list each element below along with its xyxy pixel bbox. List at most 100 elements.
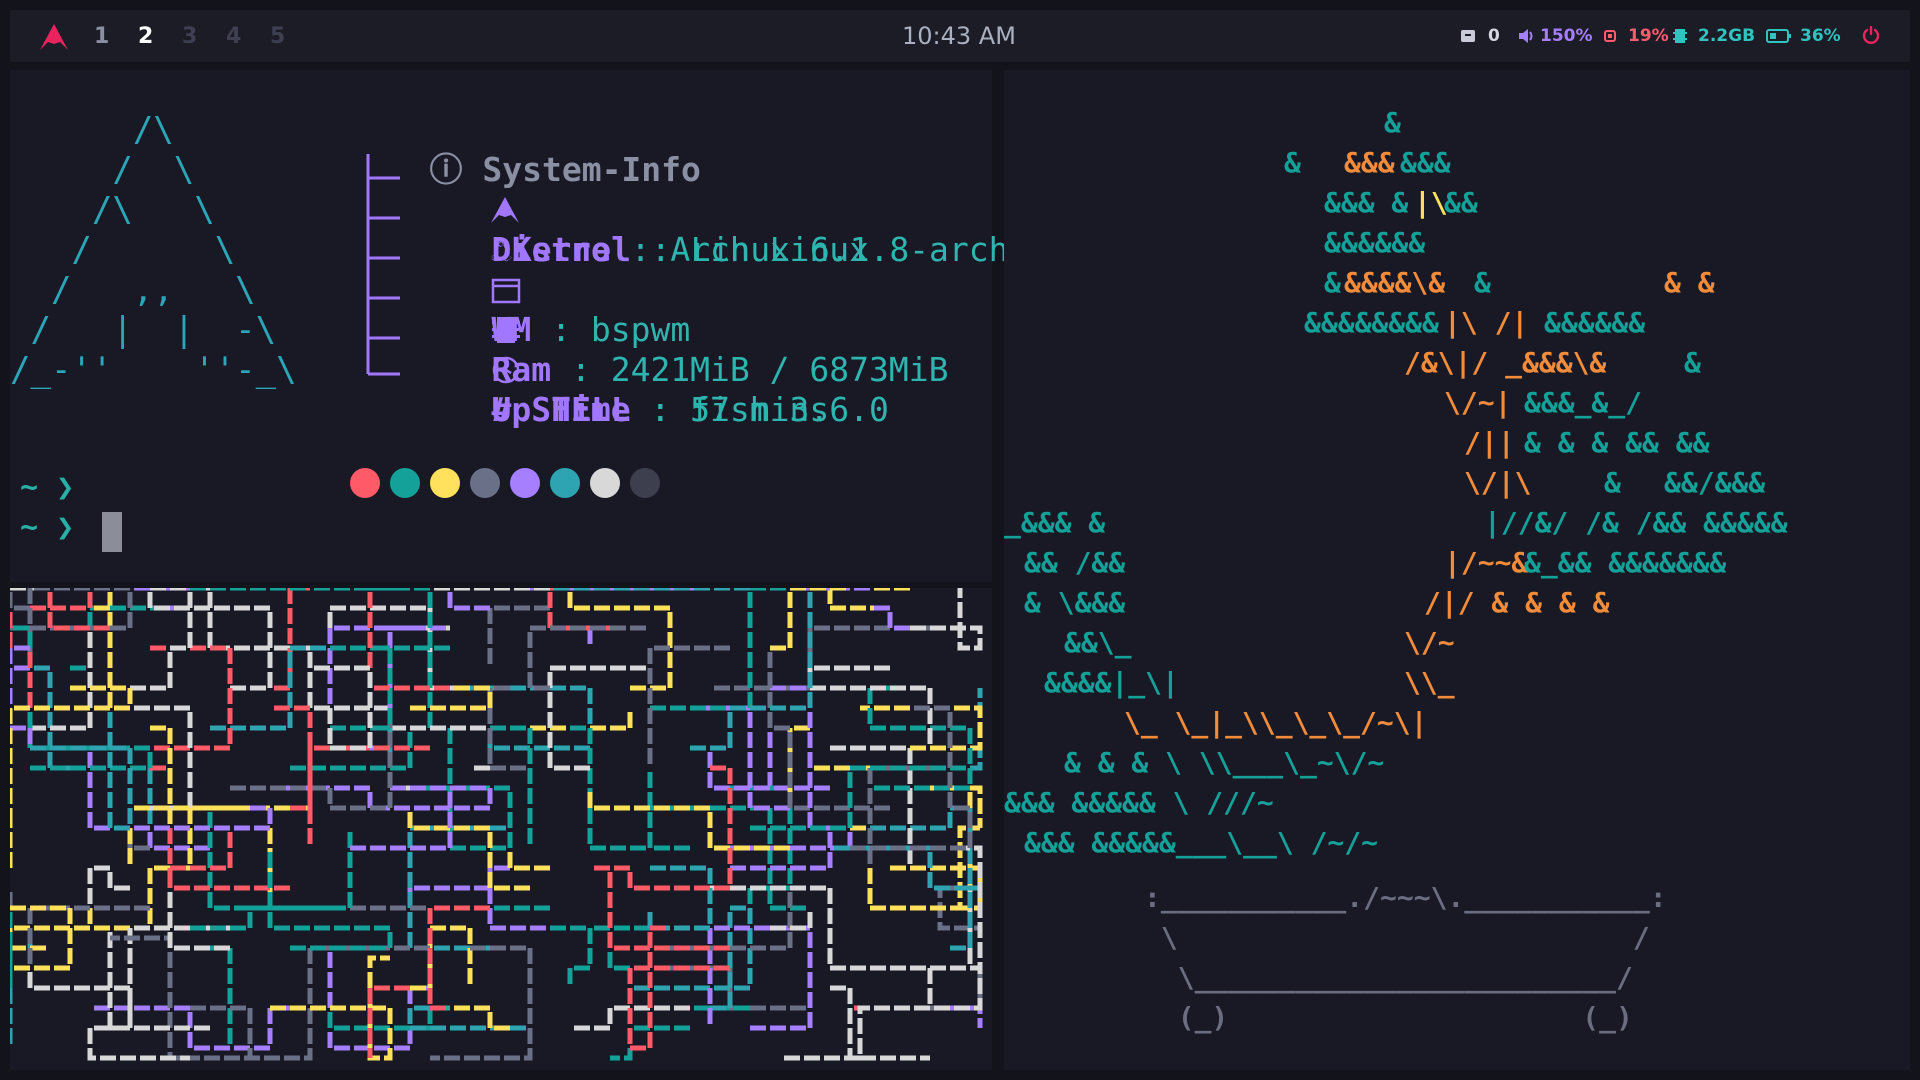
pipe-segment: [910, 588, 983, 651]
pipe-segment: [830, 985, 930, 1061]
pipe-segment: [507, 848, 550, 871]
palette-dot: [510, 468, 540, 498]
volume-value: 150%: [1540, 26, 1593, 46]
pipe-segment: [430, 945, 533, 1061]
cpu-icon: [1604, 30, 1616, 42]
fetch-row-shell: # SHELL : fish 3.6.0: [412, 350, 889, 470]
workspace-1[interactable]: 1: [94, 24, 109, 49]
arch-menu-icon[interactable]: [40, 24, 68, 54]
palette-dot: [350, 468, 380, 498]
tree-connector: [366, 154, 400, 376]
cpu-indicator[interactable]: 19%: [1602, 26, 1669, 46]
pipe-segment: [867, 765, 930, 868]
memory-value: 2.2GB: [1698, 26, 1756, 46]
pipe-segment: [130, 645, 233, 751]
pipe-segment: [890, 825, 983, 911]
bonsai-glyph: &: [1284, 146, 1301, 179]
pipe-segment: [487, 865, 590, 931]
bonsai-glyph: &&/&&&: [1664, 466, 1765, 499]
terminal-window-pipes[interactable]: [10, 588, 992, 1070]
bonsai-glyph: &&&&&&&&: [1304, 306, 1439, 339]
pipe-segment: [827, 588, 910, 611]
power-icon: [1862, 26, 1880, 44]
bonsai-glyph: &&&&&&: [1324, 226, 1425, 259]
fetch-value: fish 3.6.0: [690, 390, 889, 429]
workspace-4[interactable]: 4: [226, 24, 241, 49]
pipe-segment: [130, 588, 193, 691]
bonsai-glyph: \/|\: [1464, 466, 1531, 499]
pipe-segment: [567, 588, 673, 691]
pipe-segment: [70, 605, 170, 671]
pipe-segment: [30, 588, 113, 611]
speaker-icon: [1519, 29, 1533, 43]
pipe-segment: [950, 885, 980, 951]
terminal-window-bonsai[interactable]: & & &&& &&& &&& & |\ && &&&&&& & &&&&\& & & & &&&&&&…: [1004, 70, 1910, 1070]
pipe-segment: [950, 1005, 983, 1028]
battery-icon: [1766, 29, 1791, 43]
bonsai-glyph: &&&&\&: [1344, 266, 1445, 299]
pipe-segment: [410, 925, 473, 991]
workspace-5[interactable]: 5: [270, 24, 285, 49]
pipe-segment: [350, 788, 453, 851]
pipe-segment: [510, 708, 633, 731]
pipes-animation: [10, 588, 983, 1061]
pot-top: :___________./~~~\.___________:: [1144, 881, 1667, 914]
fetch-key: SHELL: [531, 390, 631, 429]
bonsai-glyph: && /&&: [1024, 546, 1125, 579]
pipe-segment: [30, 588, 93, 611]
pipe-segment: [387, 725, 493, 791]
bonsai-glyph: _&&& &: [1004, 506, 1105, 539]
pipe-segment: [267, 848, 393, 951]
bonsai-glyph: & & & && &&: [1524, 426, 1710, 459]
bonsai-glyph: &: [1684, 346, 1701, 379]
palette-dot: [550, 468, 580, 498]
pipe-segment: [367, 588, 450, 691]
pipe-segment: [407, 885, 510, 908]
pot-base: \_________________________/: [1144, 961, 1633, 994]
terminal-window-fetch[interactable]: /\ / \ /\ \ / \ / ,, \ / | | -\ /_-'' ''…: [10, 70, 1028, 582]
bonsai-glyph: &&& &: [1324, 186, 1408, 219]
pipe-segment: [150, 725, 173, 828]
pipe-segment: [387, 685, 493, 711]
memory-indicator[interactable]: 2.2GB: [1672, 26, 1755, 46]
pipe-segment: [210, 945, 233, 1048]
battery-indicator[interactable]: 36%: [1766, 26, 1841, 46]
bonsai-glyph: |\ /|: [1444, 306, 1528, 339]
volume-indicator[interactable]: 150%: [1518, 26, 1593, 46]
bonsai-glyph: &&& &&&&& \ ///~: [1004, 786, 1274, 819]
bonsai-glyph: &&&_&_/: [1524, 386, 1642, 419]
workspace-3[interactable]: 3: [182, 24, 197, 49]
bonsai-glyph: &: [1604, 466, 1621, 499]
pipe-segment: [270, 588, 373, 691]
bonsai-glyph: & \&&&: [1024, 586, 1125, 619]
pipe-segment: [750, 765, 970, 831]
pipe-segment: [847, 1005, 890, 1058]
pipe-segment: [867, 685, 973, 791]
fetch-value: Linux 6.1.8-arch1: [690, 230, 1029, 269]
bonsai-glyph: &&&&|_\|: [1044, 666, 1179, 699]
power-button[interactable]: [1862, 26, 1880, 44]
bonsai-glyph: &&&: [1400, 146, 1451, 179]
pipe-segment: [270, 785, 493, 811]
bonsai-glyph: &: [1324, 266, 1341, 299]
pipe-segment: [707, 925, 813, 1031]
workspace-2-active[interactable]: 2: [138, 24, 153, 49]
bonsai-glyph: &&&: [1344, 146, 1395, 179]
pipe-segment: [870, 605, 910, 631]
pipe-segment: [167, 888, 230, 951]
bonsai-glyph: &_&& &&&&&&&: [1524, 546, 1726, 579]
updates-indicator[interactable]: 0: [1460, 26, 1500, 46]
hash-icon: #: [491, 390, 512, 429]
pipe-segment: [327, 948, 430, 1051]
bonsai-glyph: \_ \_|_\\_\_\_/~\|: [1124, 706, 1427, 739]
package-icon: [1461, 30, 1475, 42]
pipe-segment: [87, 865, 130, 928]
bonsai-glyph: |\: [1414, 186, 1448, 219]
palette-dot: [470, 468, 500, 498]
pipe-segment: [710, 625, 930, 691]
pipe-segment: [427, 905, 490, 1011]
shell-prompt: ~ ❯: [20, 470, 75, 505]
bonsai-glyph: &&: [1444, 186, 1478, 219]
palette-dot: [630, 468, 660, 498]
bonsai-glyph: &&& &&&&&___\__\ /~/~: [1024, 826, 1378, 859]
